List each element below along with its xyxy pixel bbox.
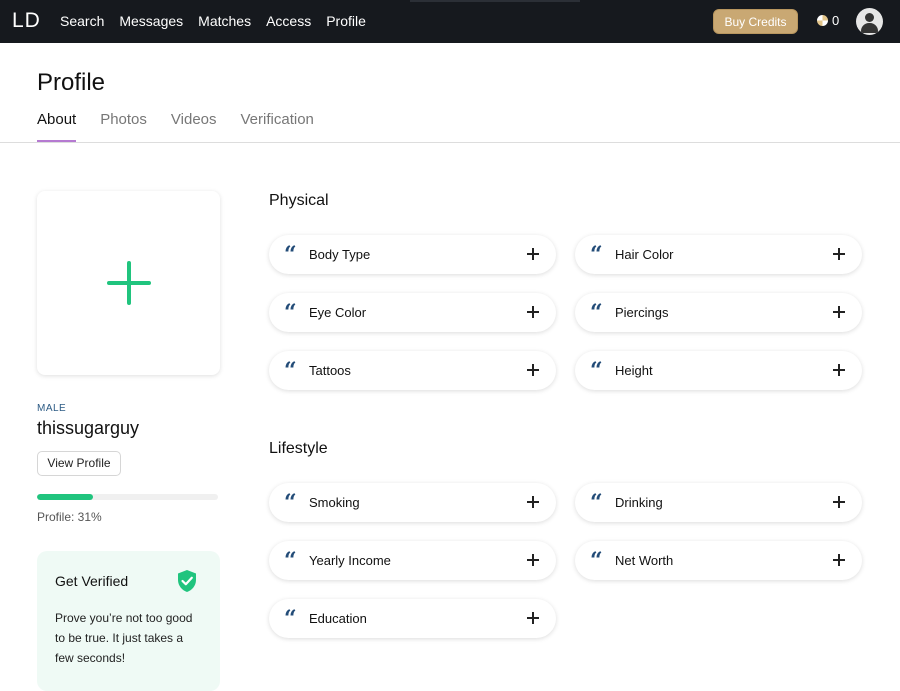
field-smoking[interactable]: “ Smoking <box>269 483 556 522</box>
tab-about[interactable]: About <box>37 111 77 142</box>
field-yearly-income[interactable]: “ Yearly Income <box>269 541 556 580</box>
field-height[interactable]: “ Height <box>575 351 862 390</box>
field-hair-color[interactable]: “ Hair Color <box>575 235 862 274</box>
quote-icon: “ <box>284 490 297 516</box>
quote-icon: “ <box>590 358 603 384</box>
field-label: Tattoos <box>309 363 351 378</box>
get-verified-text: Prove you’re not too good to be true. It… <box>55 611 193 665</box>
get-verified-card[interactable]: Get Verified Prove you’re not too good t… <box>37 551 220 691</box>
topbar-divider <box>410 0 580 2</box>
quote-icon: “ <box>590 300 603 326</box>
buy-credits-button[interactable]: Buy Credits <box>713 9 798 34</box>
field-label: Drinking <box>615 495 663 510</box>
gender-label: MALE <box>37 403 67 414</box>
plus-icon <box>107 261 151 305</box>
tab-videos[interactable]: Videos <box>171 111 217 142</box>
field-label: Education <box>309 611 367 626</box>
quote-icon: “ <box>284 606 297 632</box>
section-title-physical: Physical <box>269 192 329 209</box>
plus-icon <box>527 248 539 260</box>
field-label: Hair Color <box>615 247 674 262</box>
plus-icon <box>833 364 845 376</box>
field-label: Height <box>615 363 653 378</box>
profile-progress-fill <box>37 494 94 500</box>
page-title: Profile <box>37 69 106 96</box>
field-label: Eye Color <box>309 305 367 320</box>
username: thissugarguy <box>37 418 140 438</box>
plus-icon <box>833 496 845 508</box>
profile-tabs: About Photos Videos Verification <box>37 111 338 142</box>
plus-icon <box>527 496 539 508</box>
credit-balance[interactable]: 0 <box>817 13 839 28</box>
credit-count: 0 <box>832 13 840 28</box>
nav-access[interactable]: Access <box>266 13 311 29</box>
tabs-divider <box>0 142 900 143</box>
plus-icon <box>833 248 845 260</box>
field-label: Net Worth <box>615 553 674 568</box>
quote-icon: “ <box>590 490 603 516</box>
field-body-type[interactable]: “ Body Type <box>269 235 556 274</box>
quote-icon: “ <box>284 358 297 384</box>
quote-icon: “ <box>284 242 297 268</box>
coin-icon <box>817 15 828 26</box>
profile-progress-text: Profile: 31% <box>37 510 102 524</box>
quote-icon: “ <box>284 300 297 326</box>
field-tattoos[interactable]: “ Tattoos <box>269 351 556 390</box>
field-net-worth[interactable]: “ Net Worth <box>575 541 862 580</box>
field-education[interactable]: “ Education <box>269 599 556 638</box>
tab-photos[interactable]: Photos <box>100 111 147 142</box>
nav-messages[interactable]: Messages <box>119 13 183 29</box>
main-nav: Search Messages Matches Access Profile <box>60 13 381 29</box>
plus-icon <box>833 306 845 318</box>
tab-verification[interactable]: Verification <box>241 111 314 142</box>
quote-icon: “ <box>284 548 297 574</box>
plus-icon <box>527 306 539 318</box>
add-photo-button[interactable] <box>37 191 220 375</box>
nav-matches[interactable]: Matches <box>198 13 251 29</box>
field-label: Piercings <box>615 305 669 320</box>
field-eye-color[interactable]: “ Eye Color <box>269 293 556 332</box>
quote-icon: “ <box>590 548 603 574</box>
nav-search[interactable]: Search <box>60 13 104 29</box>
top-navigation-bar: LD Search Messages Matches Access Profil… <box>0 0 900 43</box>
plus-icon <box>527 364 539 376</box>
plus-icon <box>527 554 539 566</box>
field-label: Body Type <box>309 247 371 262</box>
nav-profile[interactable]: Profile <box>326 13 366 29</box>
field-drinking[interactable]: “ Drinking <box>575 483 862 522</box>
plus-icon <box>833 554 845 566</box>
get-verified-title: Get Verified <box>55 573 129 589</box>
profile-progress-bar <box>37 494 218 500</box>
plus-icon <box>527 612 539 624</box>
field-label: Smoking <box>309 495 360 510</box>
quote-icon: “ <box>590 242 603 268</box>
logo[interactable]: LD <box>12 9 41 33</box>
shield-check-icon <box>178 570 196 592</box>
view-profile-button[interactable]: View Profile <box>37 451 121 476</box>
field-label: Yearly Income <box>309 553 391 568</box>
user-avatar-icon[interactable] <box>856 8 883 35</box>
section-title-lifestyle: Lifestyle <box>269 440 328 457</box>
field-piercings[interactable]: “ Piercings <box>575 293 862 332</box>
